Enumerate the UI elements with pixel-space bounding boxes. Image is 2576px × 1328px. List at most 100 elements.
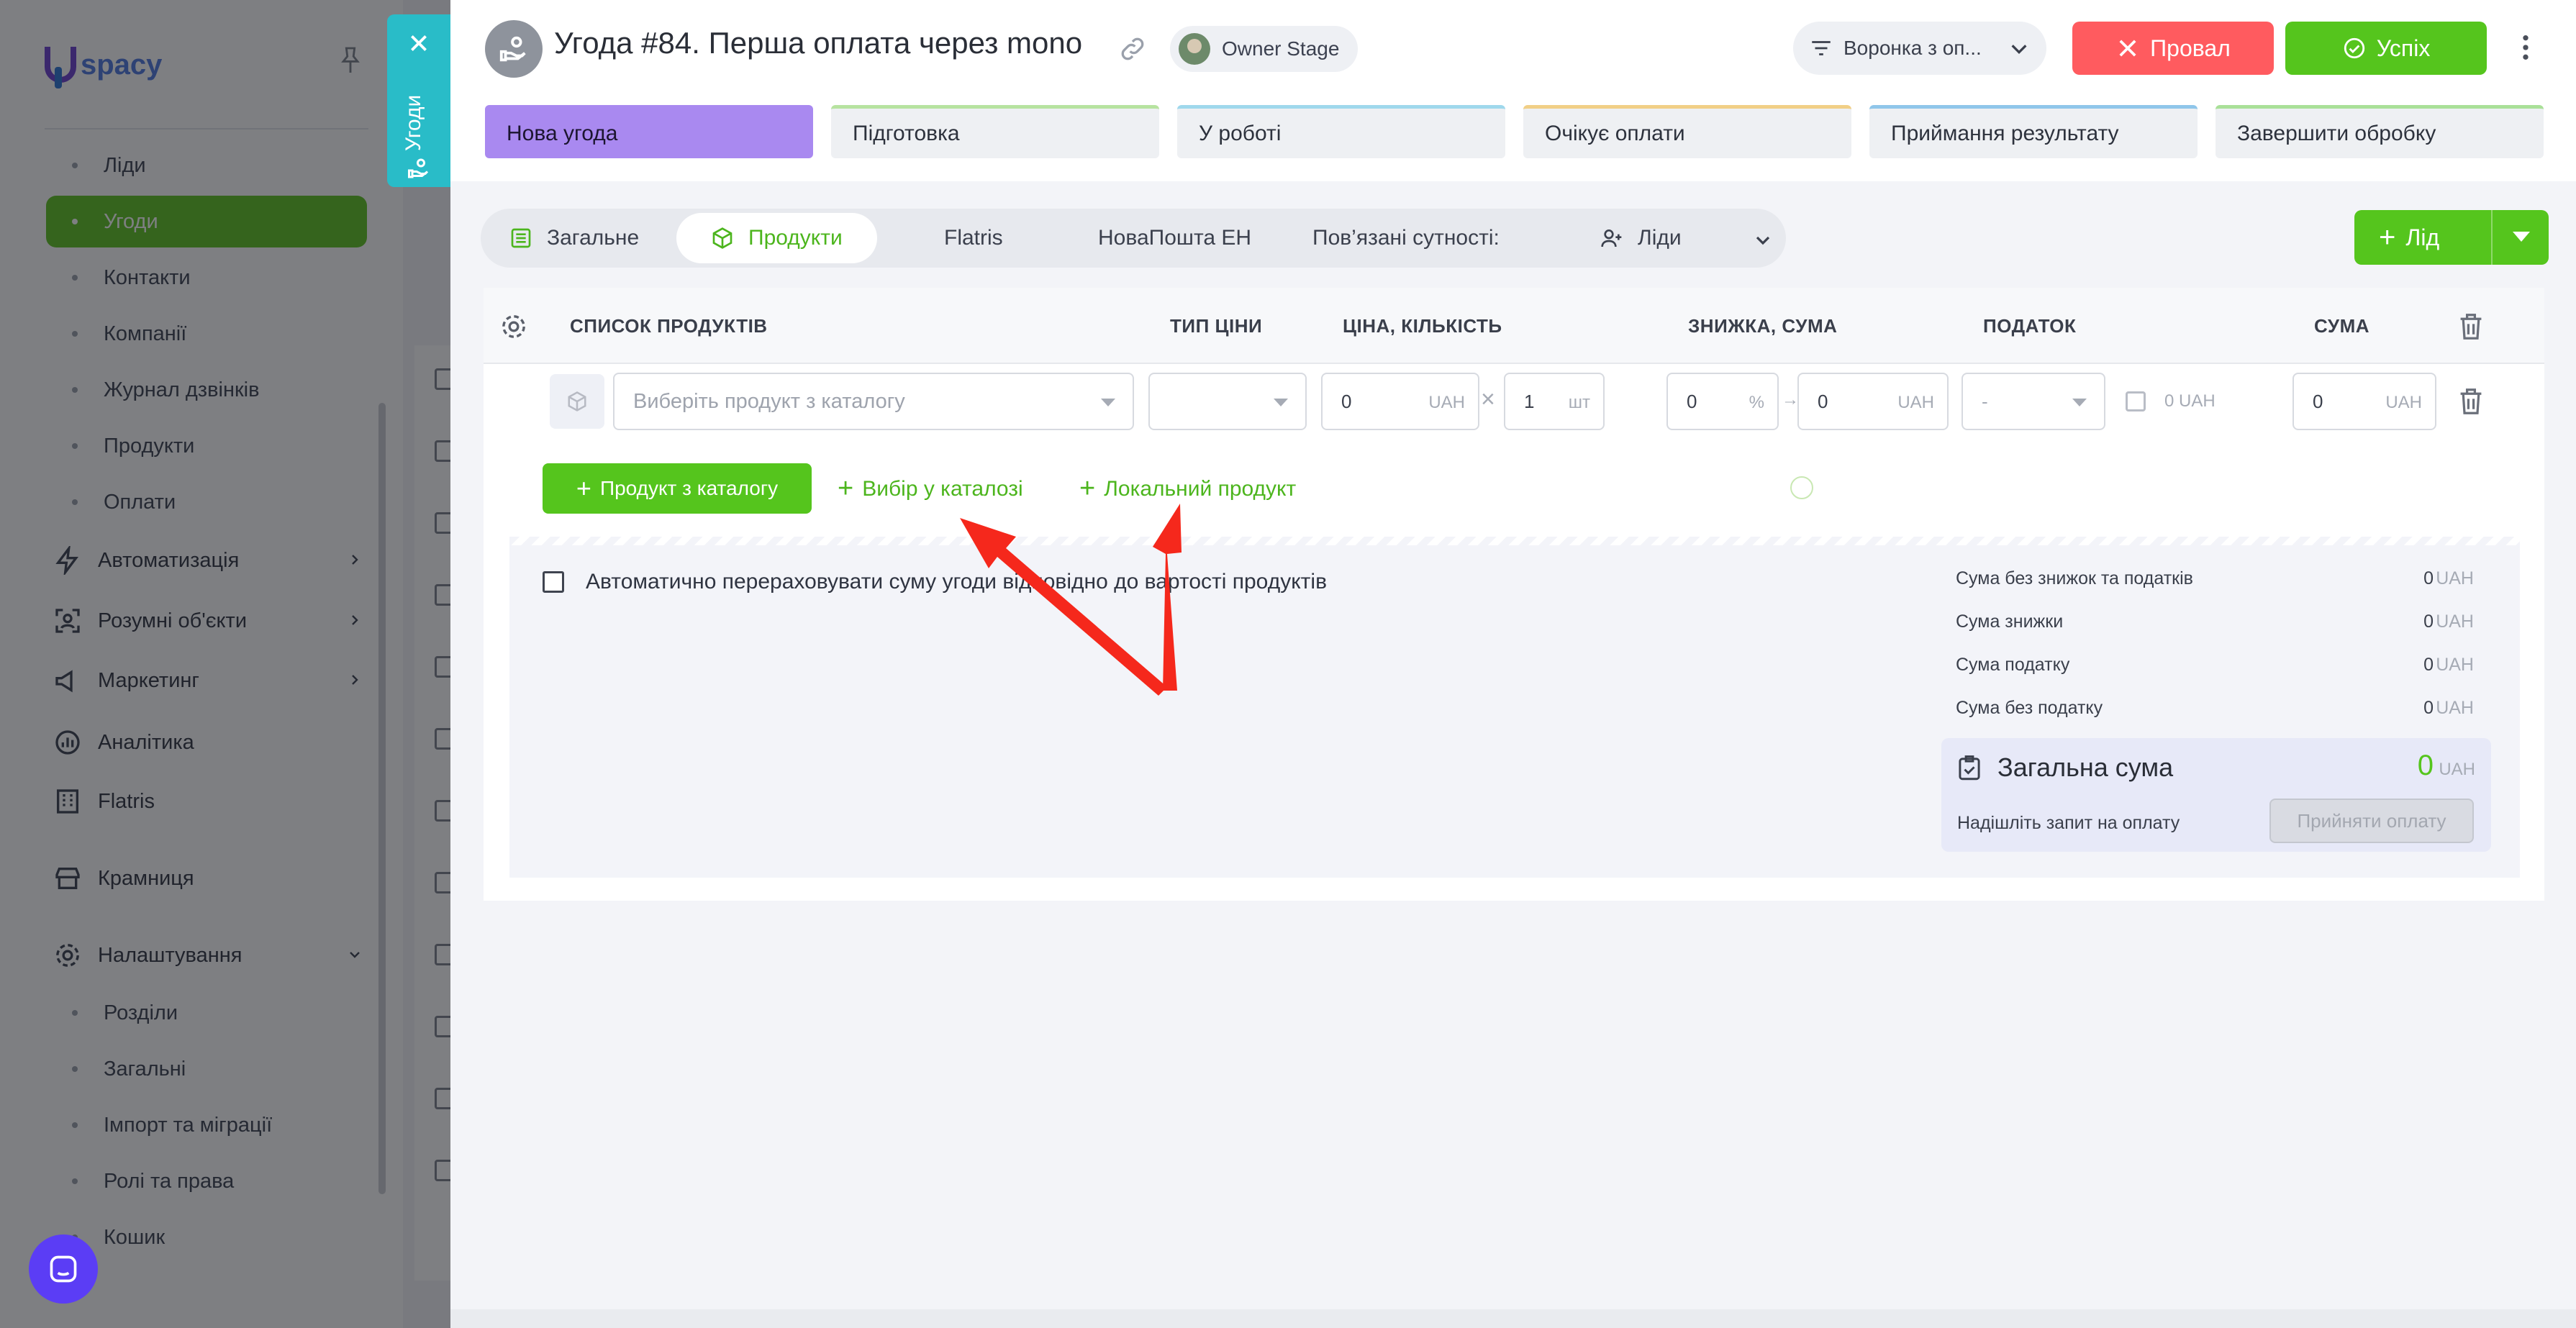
lightning-icon xyxy=(55,546,78,575)
stage-finish-processing[interactable]: Завершити обробку xyxy=(2216,105,2544,158)
tab-leads[interactable]: Ліди xyxy=(1600,213,1682,263)
trash-icon[interactable] xyxy=(2458,387,2484,416)
pin-icon[interactable] xyxy=(338,46,363,75)
bullet-icon xyxy=(72,1010,78,1016)
sidebar-scrollbar[interactable] xyxy=(378,403,386,1194)
sidebar-group-settings[interactable]: Налаштування xyxy=(53,929,367,981)
price-type-select[interactable] xyxy=(1148,373,1307,430)
deals-panel-tab[interactable]: Угоди xyxy=(387,14,450,187)
total-sum-value: 0 xyxy=(2417,750,2434,781)
stage-result-acceptance[interactable]: Приймання результату xyxy=(1869,105,2198,158)
related-entities-label: Пов’язані сутності: xyxy=(1312,226,1500,250)
tab-products[interactable]: Продукти xyxy=(676,213,877,263)
tax-select[interactable]: - xyxy=(1962,373,2105,430)
sidebar-group-smart-objects[interactable]: Розумні об'єкти xyxy=(53,595,367,647)
link-icon[interactable] xyxy=(1118,35,1147,63)
discount-percent-input[interactable]: 0 % xyxy=(1666,373,1779,430)
sidebar-group-automation[interactable]: Автоматизація xyxy=(53,535,367,586)
close-icon[interactable] xyxy=(407,32,430,55)
products-summary: Автоматично перераховувати суму угоди ві… xyxy=(509,537,2520,878)
discount-sum-row: Сума знижки 0 UAH xyxy=(1956,611,2474,632)
close-icon xyxy=(2119,40,2136,57)
add-lead-button[interactable]: + Лід xyxy=(2354,210,2549,265)
sidebar-group-analytics[interactable]: Аналітика xyxy=(53,717,367,768)
success-button[interactable]: Успіх xyxy=(2285,22,2487,75)
sum-input[interactable]: 0 UAH xyxy=(2292,373,2436,430)
stage-in-progress[interactable]: У роботі xyxy=(1177,105,1505,158)
plus-icon: + xyxy=(2379,221,2396,253)
sidebar-item-companies[interactable]: Компанії xyxy=(46,308,367,360)
sidebar-group-store[interactable]: Крамниця xyxy=(53,852,367,904)
more-vertical-icon[interactable] xyxy=(2520,33,2531,62)
sidebar-item-call-log[interactable]: Журнал дзвінків xyxy=(46,364,367,416)
building-icon xyxy=(57,789,78,814)
caret-down-icon[interactable] xyxy=(2513,232,2530,242)
gauge-icon xyxy=(55,730,80,755)
stage-new-deal[interactable]: Нова угода xyxy=(485,105,813,158)
bullet-icon xyxy=(72,219,78,224)
stage-preparation[interactable]: Підготовка xyxy=(831,105,1159,158)
price-input[interactable]: 0 UAH xyxy=(1321,373,1479,430)
check-circle-icon xyxy=(2344,37,2364,59)
sidebar-item-sections[interactable]: Розділи xyxy=(46,987,367,1039)
gear-icon xyxy=(56,944,79,967)
deal-tabs: Загальне Продукти Flatris НоваПошта ЕН П… xyxy=(481,209,1786,268)
bullet-icon xyxy=(72,275,78,281)
deal-panel: Угода #84. Перша оплата через mono Owner… xyxy=(450,0,2576,1328)
trash-icon[interactable] xyxy=(2458,312,2484,341)
quantity-input[interactable]: 1 шт xyxy=(1504,373,1605,430)
chevron-right-icon xyxy=(352,675,358,685)
tax-included-checkbox[interactable] xyxy=(2126,391,2146,411)
info-icon[interactable] xyxy=(1790,476,1813,499)
bottom-scrollbar xyxy=(450,1309,2576,1328)
sidebar-group-flatris[interactable]: Flatris xyxy=(53,776,367,827)
uspacy-logo[interactable]: spacy xyxy=(45,45,162,88)
sidebar-item-roles[interactable]: Ролі та права xyxy=(46,1155,367,1207)
auto-recalculate-checkbox[interactable] xyxy=(543,571,564,593)
chevron-right-icon xyxy=(352,555,358,565)
sidebar-item-contacts[interactable]: Контакти xyxy=(46,252,367,304)
chevron-down-icon xyxy=(350,952,360,958)
deal-hand-icon xyxy=(499,36,526,62)
bullet-icon xyxy=(72,387,78,393)
funnel-select[interactable]: Воронка з оп... xyxy=(1793,22,2046,75)
megaphone-icon xyxy=(55,670,73,693)
products-table-header: СПИСОК ПРОДУКТІВ ТИП ЦІНИ ЦІНА, КІЛЬКІСТ… xyxy=(484,288,2544,364)
product-select[interactable]: Виберіть продукт з каталогу xyxy=(613,373,1134,430)
tab-novaposhta[interactable]: НоваПошта ЕН xyxy=(1098,213,1251,263)
chevron-down-icon xyxy=(2011,45,2027,54)
owner-chip[interactable]: Owner Stage xyxy=(1170,26,1359,72)
tab-general[interactable]: Загальне xyxy=(509,213,639,263)
fail-button[interactable]: Провал xyxy=(2072,22,2274,75)
deal-header: Угода #84. Перша оплата через mono Owner… xyxy=(450,0,2576,181)
add-catalog-product-button[interactable]: + Продукт з каталогу xyxy=(543,463,812,514)
payment-request-label: Надішліть запит на оплату xyxy=(1957,813,2180,833)
sidebar-group-marketing[interactable]: Маркетинг xyxy=(53,655,367,706)
owner-avatar xyxy=(1179,33,1210,65)
local-product-button[interactable]: + Локальний продукт xyxy=(1079,473,1296,504)
chevron-down-icon[interactable] xyxy=(1754,232,1772,249)
stage-awaiting-payment[interactable]: Очікує оплати xyxy=(1523,105,1851,158)
sidebar-item-payments[interactable]: Оплати xyxy=(46,476,367,528)
accept-payment-button[interactable]: Прийняти оплату xyxy=(2269,799,2474,843)
sidebar-item-products[interactable]: Продукти xyxy=(46,420,367,472)
sidebar-item-general[interactable]: Загальні xyxy=(46,1043,367,1095)
chevron-right-icon xyxy=(352,615,358,625)
product-thumbnail xyxy=(550,374,604,429)
discount-sum-input[interactable]: 0 UAH xyxy=(1797,373,1949,430)
gear-icon[interactable] xyxy=(499,312,528,341)
sidebar-item-deals[interactable]: Угоди xyxy=(46,196,367,247)
bullet-icon xyxy=(72,499,78,505)
column-sum: СУМА xyxy=(2314,315,2370,337)
products-card: СПИСОК ПРОДУКТІВ ТИП ЦІНИ ЦІНА, КІЛЬКІСТ… xyxy=(484,288,2544,901)
choose-in-catalog-button[interactable]: + Вибір у каталозі xyxy=(838,473,1023,504)
bullet-icon xyxy=(72,1122,78,1128)
sidebar-item-leads[interactable]: Ліди xyxy=(46,140,367,191)
tax-sum-row: Сума податку 0 UAH xyxy=(1956,655,2474,675)
sidebar-item-import[interactable]: Імпорт та міграції xyxy=(46,1099,367,1151)
store-icon xyxy=(55,868,80,889)
clipboard-check-icon xyxy=(1959,755,1980,781)
smart-object-icon xyxy=(55,609,80,633)
tab-flatris[interactable]: Flatris xyxy=(944,213,1003,263)
chat-launcher-button[interactable] xyxy=(29,1234,98,1304)
